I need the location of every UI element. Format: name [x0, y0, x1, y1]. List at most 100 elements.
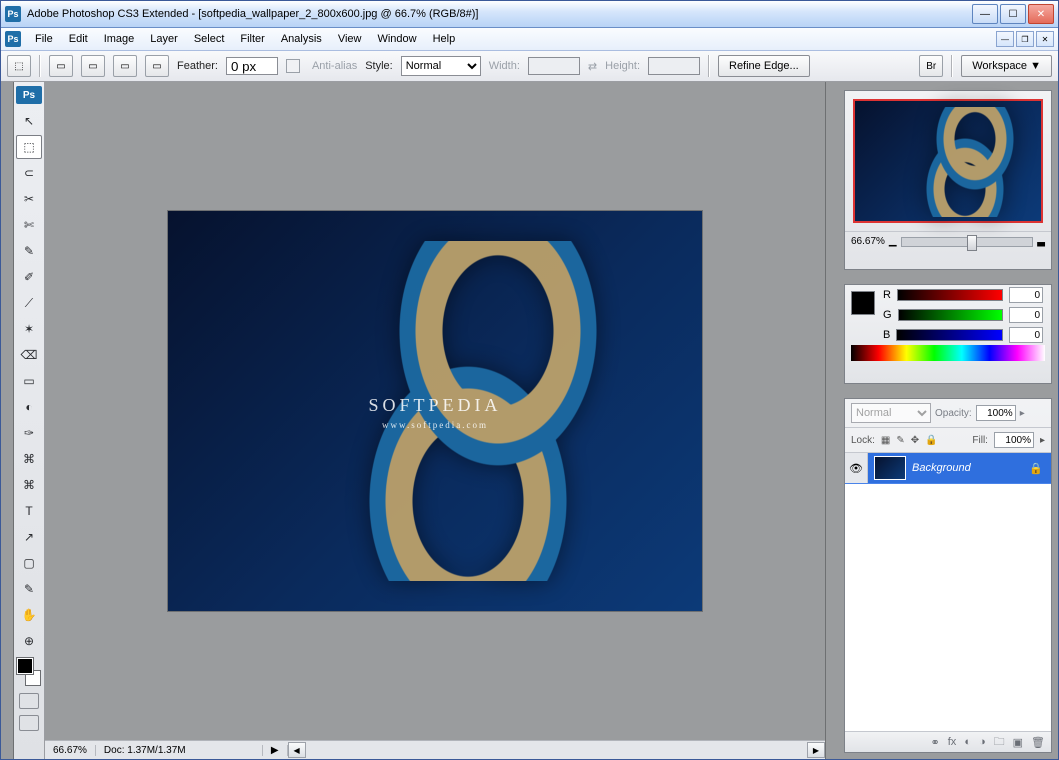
left-dock-well[interactable]: [1, 82, 14, 759]
menu-select[interactable]: Select: [186, 33, 233, 45]
navigator-thumbnail[interactable]: [853, 99, 1043, 223]
lock-transparency-icon[interactable]: ▦: [881, 435, 890, 446]
g-input[interactable]: [1009, 307, 1043, 323]
watermark: SOFTPEDIA www.softpedia.com: [168, 395, 702, 430]
hand-tool[interactable]: ✋: [16, 603, 42, 627]
zoom-out-icon[interactable]: ▁: [889, 236, 897, 247]
menu-edit[interactable]: Edit: [61, 33, 96, 45]
adjustment-layer-icon[interactable]: ◑: [979, 736, 986, 748]
doc-minimize-button[interactable]: —: [996, 31, 1014, 47]
menu-help[interactable]: Help: [425, 33, 464, 45]
menu-analysis[interactable]: Analysis: [273, 33, 330, 45]
eraser-tool[interactable]: ▭: [16, 369, 42, 393]
color-panel-swatch[interactable]: [851, 291, 875, 315]
quick-select-tool[interactable]: ✂: [16, 187, 42, 211]
brush-tool[interactable]: ⟋: [16, 291, 42, 315]
workspace-button[interactable]: Workspace ▼: [961, 55, 1052, 77]
screen-mode-toggle[interactable]: [19, 715, 39, 731]
menu-window[interactable]: Window: [369, 33, 424, 45]
blur-tool[interactable]: ✑: [16, 421, 42, 445]
r-slider[interactable]: [897, 289, 1003, 301]
path-select-tool[interactable]: ↗: [16, 525, 42, 549]
r-input[interactable]: [1009, 287, 1043, 303]
menu-image[interactable]: Image: [96, 33, 143, 45]
layer-name[interactable]: Background: [912, 462, 971, 474]
hscroll-right-button[interactable]: ▶: [807, 742, 825, 758]
menu-filter[interactable]: Filter: [232, 33, 272, 45]
layer-row[interactable]: 👁 Background 🔒: [845, 453, 1051, 484]
link-layers-icon[interactable]: ⚭: [931, 736, 940, 749]
doc-size-readout[interactable]: Doc: 1.37M/1.37M: [96, 745, 263, 756]
lasso-tool[interactable]: ⊂: [16, 161, 42, 185]
crop-tool[interactable]: ✄: [16, 213, 42, 237]
layer-style-icon[interactable]: fx: [948, 736, 957, 748]
hscroll-left-button[interactable]: ◀: [288, 742, 306, 758]
layer-thumbnail[interactable]: [874, 456, 906, 480]
eyedropper-tool[interactable]: ✎: [16, 239, 42, 263]
app-menu-icon[interactable]: Ps: [5, 31, 21, 47]
zoom-readout[interactable]: 66.67%: [45, 745, 96, 756]
blend-mode-select: Normal: [851, 403, 931, 423]
doc-restore-button[interactable]: ❐: [1016, 31, 1034, 47]
navigator-zoom-readout[interactable]: 66.67%: [851, 236, 885, 247]
opacity-input[interactable]: [976, 405, 1016, 421]
separator: [708, 55, 710, 77]
move-tool[interactable]: ↖: [16, 109, 42, 133]
document-image[interactable]: SOFTPEDIA www.softpedia.com: [168, 211, 702, 611]
fill-input[interactable]: [994, 432, 1034, 448]
menu-file[interactable]: File: [27, 33, 61, 45]
feather-input[interactable]: [226, 57, 278, 75]
zoom-slider-thumb[interactable]: [967, 235, 977, 251]
new-layer-icon[interactable]: ▣: [1013, 736, 1023, 749]
close-button[interactable]: ✕: [1028, 4, 1054, 24]
delete-layer-icon[interactable]: 🗑: [1031, 736, 1045, 749]
subtract-selection-icon[interactable]: ▭: [113, 55, 137, 77]
new-selection-icon[interactable]: ▭: [49, 55, 73, 77]
quick-mask-toggle[interactable]: [19, 693, 39, 709]
pen-tool[interactable]: ⌘: [16, 473, 42, 497]
canvas-viewport[interactable]: SOFTPEDIA www.softpedia.com: [45, 82, 825, 740]
foreground-color-swatch[interactable]: [17, 658, 33, 674]
notes-tool[interactable]: ✎: [16, 577, 42, 601]
b-slider[interactable]: [896, 329, 1003, 341]
shape-tool[interactable]: ▢: [16, 551, 42, 575]
zoom-in-icon[interactable]: ▃: [1037, 236, 1045, 247]
zoom-slider[interactable]: [901, 237, 1034, 247]
intersect-selection-icon[interactable]: ▭: [145, 55, 169, 77]
dodge-tool[interactable]: ⌘: [16, 447, 42, 471]
tool-preset-picker[interactable]: ⬚: [7, 55, 31, 77]
b-input[interactable]: [1009, 327, 1043, 343]
fill-flyout-icon[interactable]: ▸: [1040, 435, 1045, 446]
type-tool[interactable]: T: [16, 499, 42, 523]
minimize-button[interactable]: —: [972, 4, 998, 24]
menu-layer[interactable]: Layer: [142, 33, 186, 45]
stamp-tool[interactable]: ✶: [16, 317, 42, 341]
right-dock-well[interactable]: [825, 82, 838, 759]
opacity-flyout-icon[interactable]: ▸: [1020, 408, 1025, 419]
title-bar[interactable]: Ps Adobe Photoshop CS3 Extended - [softp…: [1, 1, 1058, 28]
new-group-icon[interactable]: 🗀: [994, 733, 1005, 752]
toolbox-header-icon[interactable]: Ps: [16, 86, 42, 104]
lock-all-icon[interactable]: 🔒: [925, 435, 937, 446]
layers-list[interactable]: [845, 484, 1051, 731]
healing-tool[interactable]: ✐: [16, 265, 42, 289]
marquee-tool[interactable]: ⬚: [16, 135, 42, 159]
bridge-icon[interactable]: Br: [919, 55, 943, 77]
maximize-button[interactable]: ☐: [1000, 4, 1026, 24]
status-menu-arrow[interactable]: ▶: [263, 745, 288, 756]
gradient-tool[interactable]: ◐: [16, 395, 42, 419]
layer-mask-icon[interactable]: ◐: [964, 736, 971, 748]
refine-edge-button[interactable]: Refine Edge...: [718, 55, 810, 77]
style-select[interactable]: Normal: [401, 56, 481, 76]
color-swatches[interactable]: [17, 658, 41, 686]
add-selection-icon[interactable]: ▭: [81, 55, 105, 77]
zoom-tool[interactable]: ⊕: [16, 629, 42, 653]
doc-close-button[interactable]: ✕: [1036, 31, 1054, 47]
layer-visibility-icon[interactable]: 👁: [845, 453, 868, 483]
history-brush-tool[interactable]: ⌫: [16, 343, 42, 367]
lock-position-icon[interactable]: ✥: [911, 435, 919, 446]
lock-paint-icon[interactable]: ✎: [896, 435, 904, 446]
color-ramp[interactable]: [851, 345, 1045, 361]
menu-view[interactable]: View: [330, 33, 370, 45]
g-slider[interactable]: [898, 309, 1003, 321]
